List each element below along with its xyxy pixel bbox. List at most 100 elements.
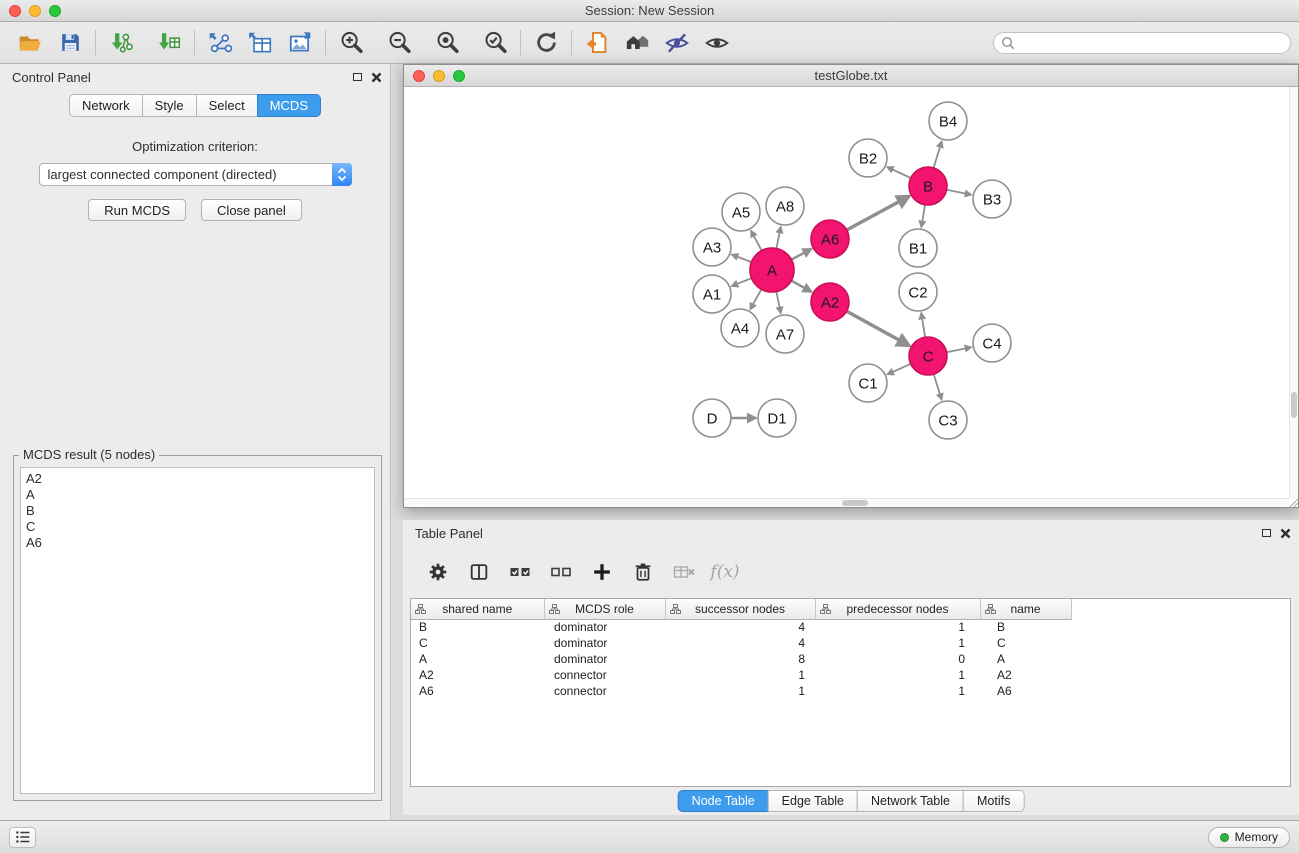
graph-node-A2[interactable]: A2 (811, 283, 849, 321)
add-column-button[interactable] (589, 559, 615, 585)
zoom-in-button[interactable] (335, 27, 367, 59)
table-row[interactable]: B dominator 4 1 B (411, 619, 1071, 635)
table-settings-button[interactable] (425, 559, 451, 585)
search-box[interactable] (993, 32, 1291, 54)
network-vertical-scrollbar[interactable] (1289, 87, 1298, 498)
import-document-button[interactable] (581, 27, 613, 59)
minimize-view-button[interactable] (433, 70, 445, 82)
graph-edge-C-C3[interactable] (934, 374, 942, 400)
graph-node-B3[interactable]: B3 (973, 180, 1011, 218)
graph-node-C1[interactable]: C1 (849, 364, 887, 402)
show-details-button[interactable] (701, 27, 733, 59)
function-builder-button[interactable]: f(x) (712, 559, 738, 585)
table-row[interactable]: C dominator 4 1 C (411, 635, 1071, 651)
list-item[interactable]: A (26, 487, 369, 503)
select-all-button[interactable] (507, 559, 533, 585)
import-network-button[interactable] (105, 27, 137, 59)
tab-select[interactable]: Select (196, 94, 258, 117)
list-item[interactable]: C (26, 519, 369, 535)
list-item[interactable]: A2 (26, 471, 369, 487)
graph-edge-C-C1[interactable] (887, 364, 911, 375)
list-item[interactable]: B (26, 503, 369, 519)
network-window-titlebar[interactable]: testGlobe.txt (404, 65, 1298, 87)
graph-edge-B-B4[interactable] (934, 141, 942, 168)
graph-node-D[interactable]: D (693, 399, 731, 437)
list-item[interactable]: A6 (26, 535, 369, 551)
zoom-view-button[interactable] (453, 70, 465, 82)
network-horizontal-scrollbar[interactable] (404, 498, 1289, 507)
column-header-predecessor-nodes[interactable]: predecessor nodes (815, 599, 980, 619)
graph-node-C4[interactable]: C4 (973, 324, 1011, 362)
scrollbar-thumb[interactable] (1291, 392, 1297, 418)
float-panel-icon[interactable] (1262, 529, 1271, 537)
table-row[interactable]: A2 connector 1 1 A2 (411, 667, 1071, 683)
open-session-button[interactable] (14, 27, 46, 59)
show-columns-button[interactable] (466, 559, 492, 585)
new-network-button[interactable] (204, 27, 236, 59)
network-canvas[interactable]: B4B2BB3A5A8A6A3AB1A1A2C2A4A7C4CC1DD1C3 (404, 87, 1298, 507)
graph-node-C2[interactable]: C2 (899, 273, 937, 311)
graph-node-C[interactable]: C (909, 337, 947, 375)
graph-edge-A-A2[interactable] (791, 281, 811, 292)
graph-edge-A-A7[interactable] (776, 292, 780, 314)
graph-node-D1[interactable]: D1 (758, 399, 796, 437)
graph-node-B2[interactable]: B2 (849, 139, 887, 177)
graph-edge-A2-C[interactable] (847, 311, 910, 346)
zoom-fit-button[interactable] (431, 27, 463, 59)
search-input[interactable] (1019, 36, 1274, 50)
graph-edge-A-A3[interactable] (732, 255, 752, 263)
delete-table-button[interactable] (671, 559, 697, 585)
close-panel-icon[interactable] (371, 72, 382, 83)
graph-edge-A6-B[interactable] (847, 196, 910, 230)
graph-edge-A-A5[interactable] (751, 231, 762, 251)
zoom-window-button[interactable] (49, 5, 61, 17)
column-header-shared-name[interactable]: shared name (411, 599, 544, 619)
graph-node-B1[interactable]: B1 (899, 229, 937, 267)
resize-grip-icon[interactable] (1288, 497, 1298, 507)
close-panel-button[interactable]: Close panel (201, 199, 302, 221)
graph-edge-A-A8[interactable] (776, 227, 780, 249)
close-window-button[interactable] (9, 5, 21, 17)
graph-edge-A-A6[interactable] (791, 249, 811, 260)
scrollbar-thumb[interactable] (842, 500, 868, 506)
run-mcds-button[interactable]: Run MCDS (88, 199, 186, 221)
zoom-out-button[interactable] (383, 27, 415, 59)
home-button[interactable] (621, 27, 653, 59)
graph-node-A5[interactable]: A5 (722, 193, 760, 231)
export-image-button[interactable] (284, 27, 316, 59)
graph-edge-B-B2[interactable] (887, 167, 911, 178)
column-header-name[interactable]: name (980, 599, 1071, 619)
close-view-button[interactable] (413, 70, 425, 82)
graph-node-B4[interactable]: B4 (929, 102, 967, 140)
optimization-criterion-select[interactable]: largest connected component (directed) (39, 163, 352, 186)
save-session-button[interactable] (54, 27, 86, 59)
graph-node-A7[interactable]: A7 (766, 315, 804, 353)
graph-edge-A-A4[interactable] (750, 289, 761, 309)
column-header-mcds-role[interactable]: MCDS role (544, 599, 665, 619)
graph-node-A6[interactable]: A6 (811, 220, 849, 258)
graph-edge-C-C2[interactable] (921, 313, 925, 338)
tab-node-table[interactable]: Node Table (678, 790, 769, 812)
graph-node-C3[interactable]: C3 (929, 401, 967, 439)
graph-edge-C-C4[interactable] (947, 347, 972, 352)
tab-edge-table[interactable]: Edge Table (768, 790, 858, 812)
graph-edge-B-B3[interactable] (947, 190, 972, 195)
deselect-all-button[interactable] (548, 559, 574, 585)
zoom-selected-button[interactable] (479, 27, 511, 59)
graph-edge-A-A1[interactable] (732, 278, 752, 286)
float-panel-icon[interactable] (353, 73, 362, 81)
tab-motifs[interactable]: Motifs (963, 790, 1024, 812)
tab-network-table[interactable]: Network Table (857, 790, 964, 812)
memory-button[interactable]: Memory (1208, 827, 1290, 848)
graph-edge-B-B1[interactable] (921, 205, 925, 228)
graph-node-A8[interactable]: A8 (766, 187, 804, 225)
tab-style[interactable]: Style (142, 94, 197, 117)
delete-column-button[interactable] (630, 559, 656, 585)
import-table-button[interactable] (153, 27, 185, 59)
show-panels-button[interactable] (9, 827, 36, 848)
graph-node-A3[interactable]: A3 (693, 228, 731, 266)
table-row[interactable]: A dominator 8 0 A (411, 651, 1071, 667)
graph-node-B[interactable]: B (909, 167, 947, 205)
graph-node-A4[interactable]: A4 (721, 309, 759, 347)
minimize-window-button[interactable] (29, 5, 41, 17)
